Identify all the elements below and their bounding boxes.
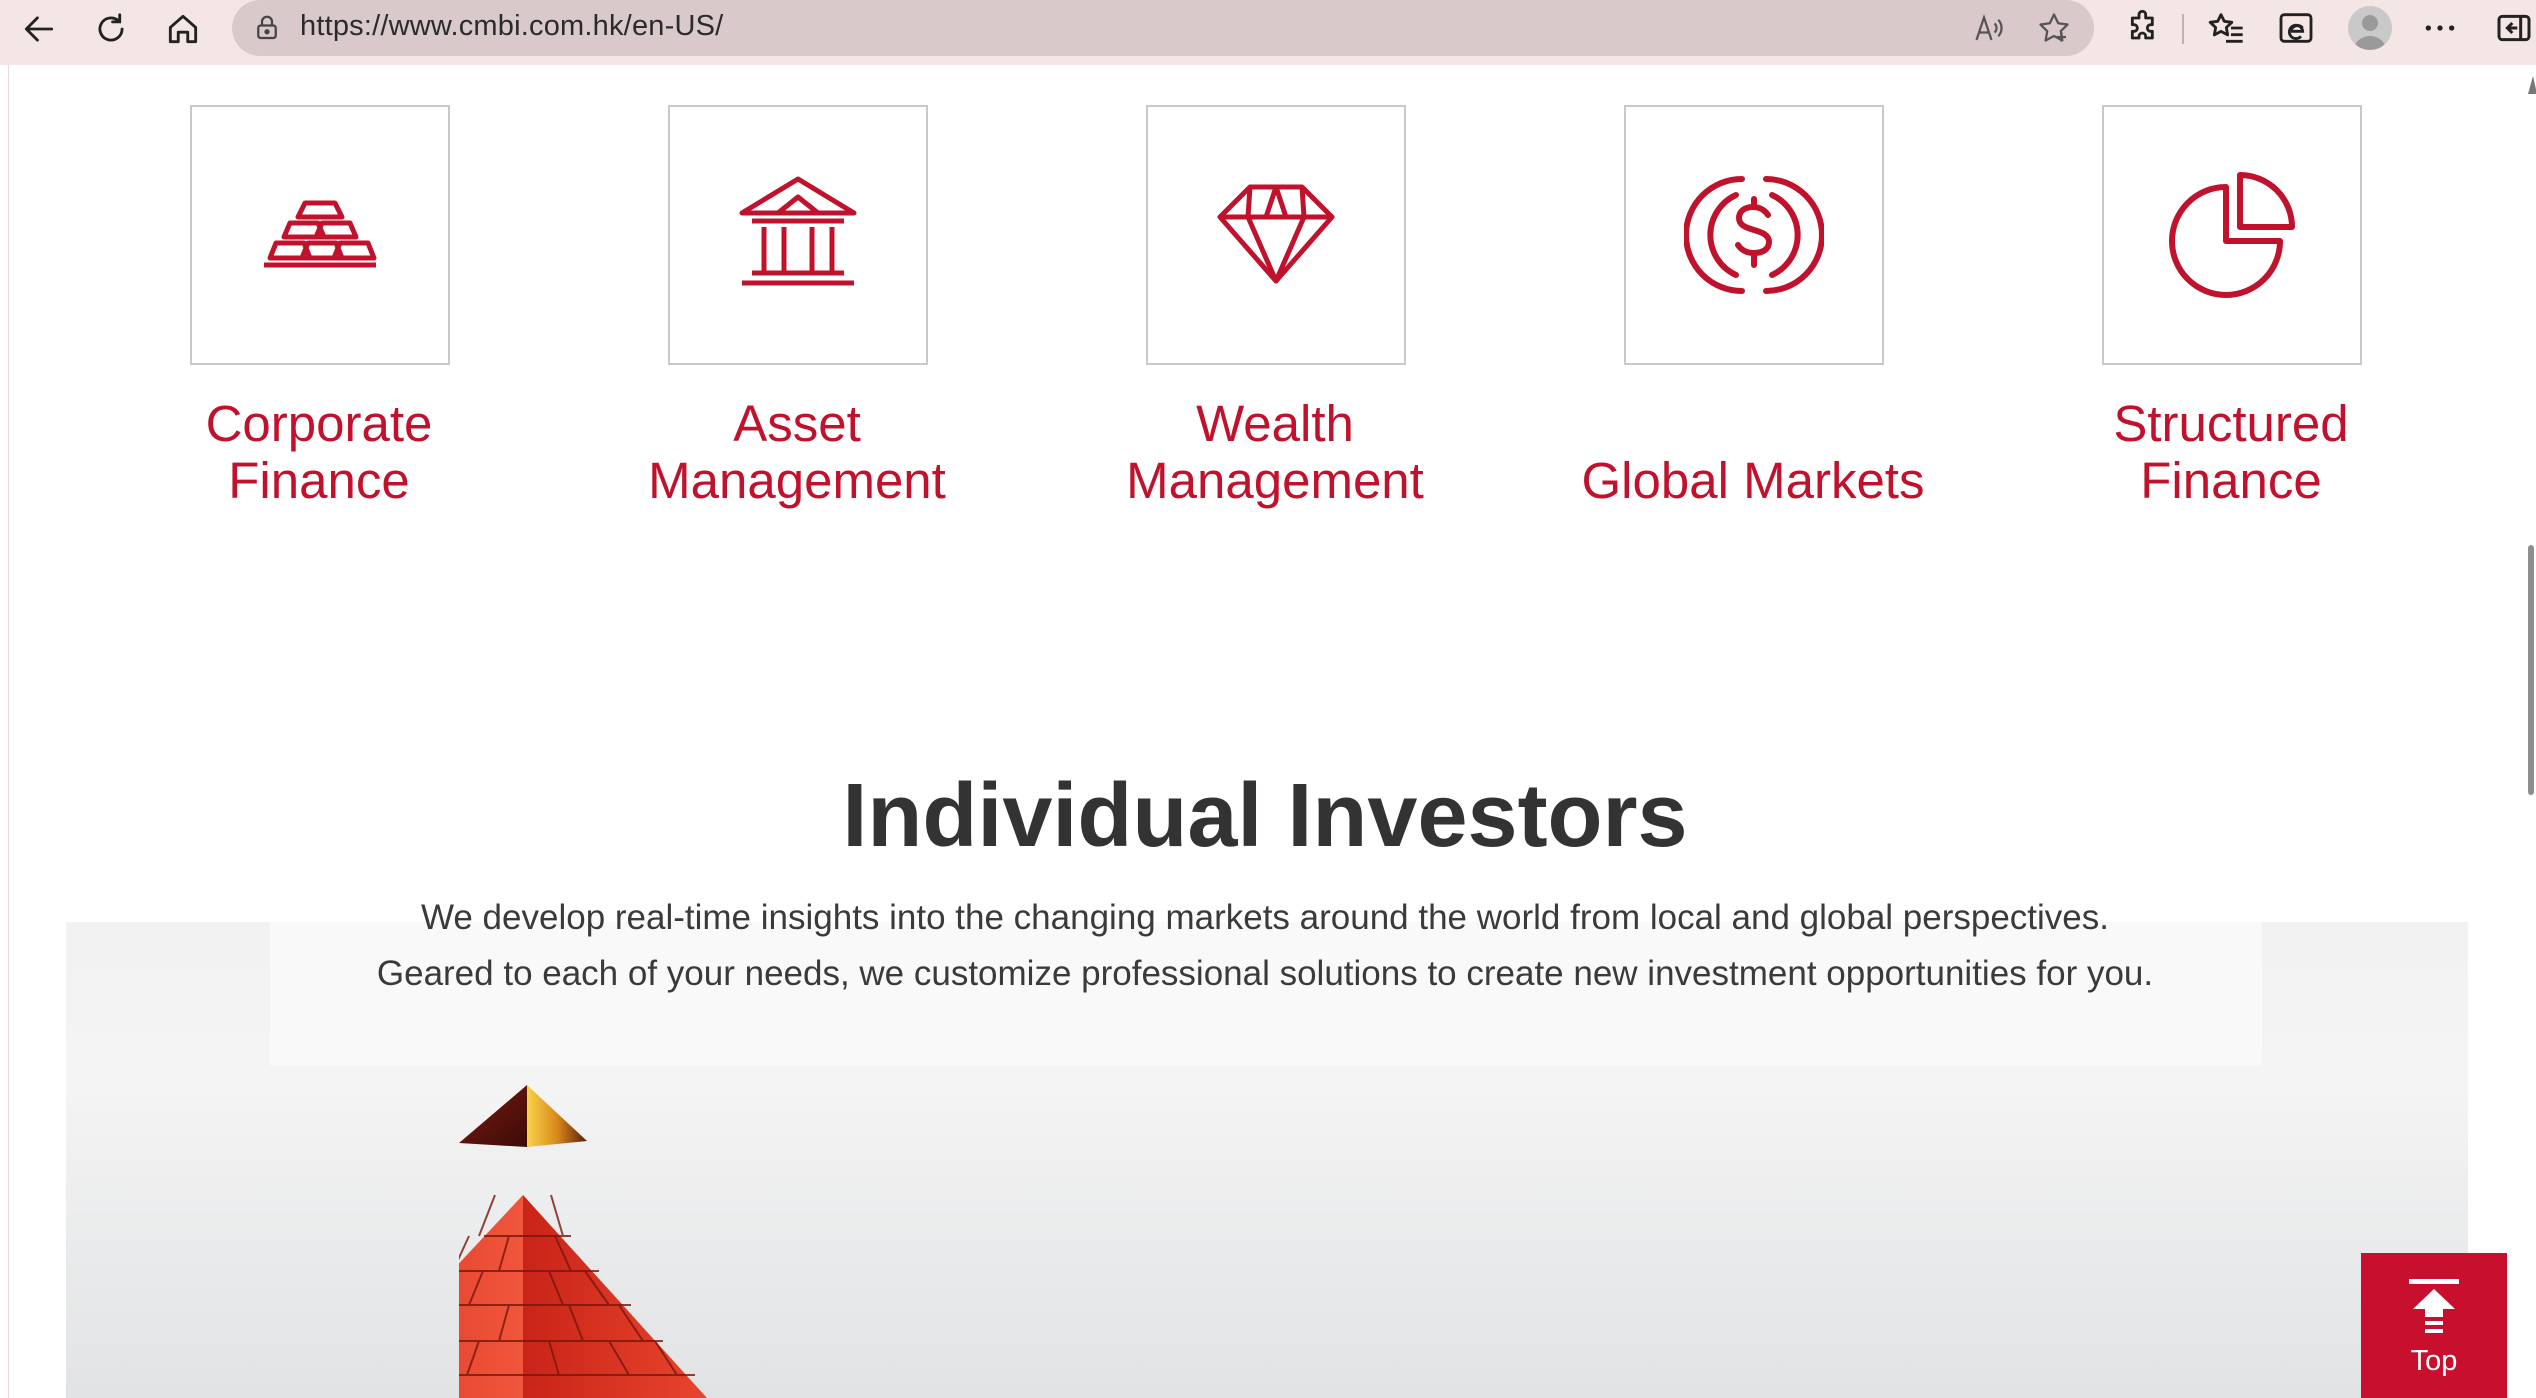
page-content: Corporate Finance Asset Management Wealth M…: [8, 65, 2536, 1398]
dollar-circle-icon: [1684, 176, 1824, 294]
pie-chart-icon: [2169, 172, 2295, 298]
refresh-button[interactable]: [82, 4, 140, 54]
service-label[interactable]: Global Markets: [1543, 452, 1963, 509]
arrow-up-to-line-icon: [2409, 1279, 2459, 1333]
address-bar[interactable]: https://www.cmbi.com.hk/en-US/: [232, 0, 2094, 56]
lock-icon[interactable]: [252, 13, 282, 43]
profile-icon: [2354, 15, 2386, 50]
back-to-top-label[interactable]: Top: [2361, 1345, 2507, 1378]
service-icon-box[interactable]: [668, 105, 928, 365]
section-title: Individual Investors: [842, 766, 1688, 866]
intro-text-line-2: Geared to each of your needs, we customi…: [376, 954, 2154, 993]
pyramid-illustration: [459, 1085, 707, 1398]
favorites-icon[interactable]: [2206, 8, 2246, 48]
intro-text-line-1: We develop real-time insights into the c…: [420, 898, 2110, 937]
address-url[interactable]: https://www.cmbi.com.hk/en-US/: [300, 10, 723, 43]
service-icon-box[interactable]: [190, 105, 450, 365]
service-label[interactable]: Wealth Management: [1065, 395, 1485, 509]
service-label[interactable]: Asset Management: [587, 395, 1007, 509]
back-button[interactable]: [10, 4, 68, 54]
scroll-up-arrow-icon[interactable]: [2528, 76, 2536, 94]
ellipsis-icon[interactable]: [2420, 8, 2460, 48]
home-icon: [168, 14, 198, 44]
puzzle-icon[interactable]: [2124, 8, 2164, 48]
bank-building-icon: [739, 176, 857, 286]
service-icon-box[interactable]: [2102, 105, 2362, 365]
intro-panel: [270, 922, 2262, 1066]
star-icon[interactable]: [2036, 10, 2072, 46]
home-button[interactable]: [154, 4, 212, 54]
sidebar-icon[interactable]: [2494, 8, 2534, 48]
back-arrow-icon: [24, 16, 54, 42]
ie-mode-icon[interactable]: [2276, 8, 2316, 48]
scrollbar-thumb[interactable]: [2528, 545, 2534, 795]
service-icon-box[interactable]: [1146, 105, 1406, 365]
browser-toolbar: https://www.cmbi.com.hk/en-US/: [0, 0, 2536, 65]
page-scrollbar[interactable]: [2524, 65, 2536, 1398]
service-label[interactable]: Corporate Finance: [109, 395, 529, 509]
service-icon-box[interactable]: [1624, 105, 1884, 365]
back-to-top-button[interactable]: Top: [2361, 1253, 2507, 1398]
diamond-icon: [1217, 184, 1335, 284]
avatar[interactable]: [2348, 6, 2392, 50]
toolbar-divider: [2182, 14, 2184, 44]
service-label[interactable]: Structured Finance: [2021, 395, 2441, 509]
refresh-icon: [98, 13, 124, 42]
gold-bars-icon: [264, 200, 377, 268]
read-aloud-icon[interactable]: [1972, 10, 2008, 46]
